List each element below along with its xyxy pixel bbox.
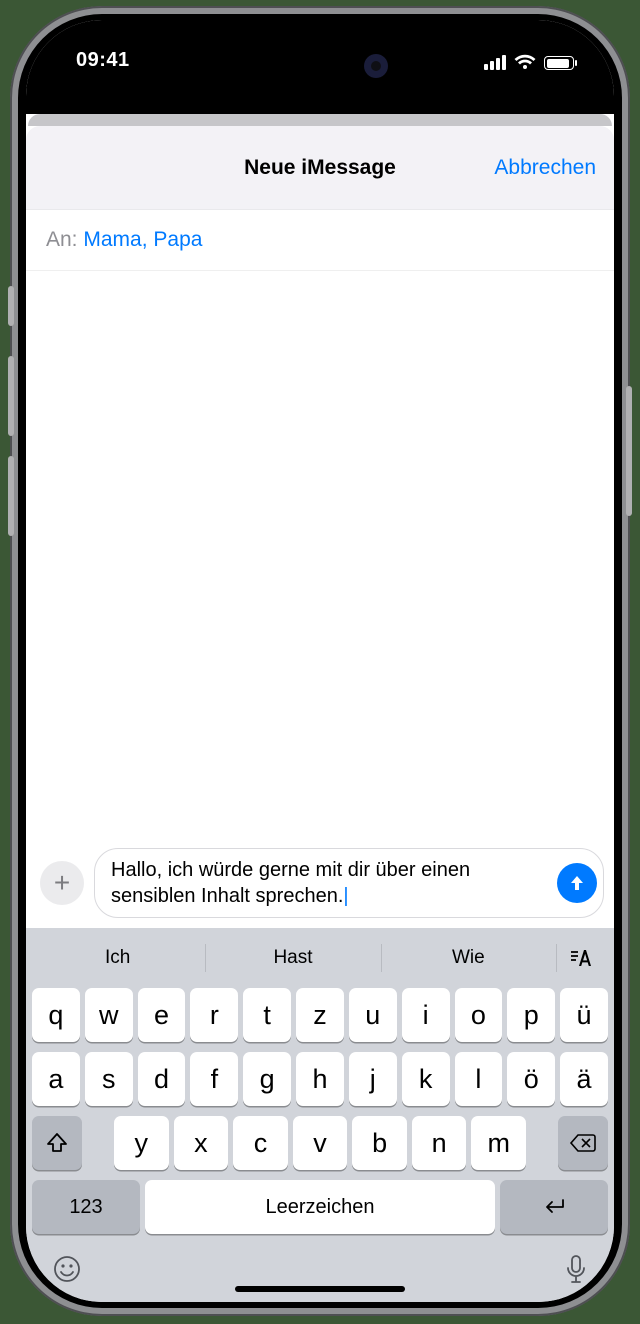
wifi-icon [514,54,536,70]
cellular-icon [484,55,506,70]
status-time: 09:41 [76,49,130,76]
key-v[interactable]: v [293,1116,348,1170]
key-q[interactable]: q [32,988,80,1042]
key-m[interactable]: m [471,1116,526,1170]
suggestion-1[interactable]: Ich [30,934,205,982]
recipients-field[interactable]: An: Mama, Papa [26,210,614,271]
microphone-icon [564,1254,588,1286]
volume-up-button [8,356,14,436]
background-sheet [28,114,612,126]
emoji-button[interactable] [52,1254,82,1294]
space-key[interactable]: Leerzeichen [145,1180,495,1234]
key-n[interactable]: n [412,1116,467,1170]
key-r[interactable]: r [190,988,238,1042]
key-l[interactable]: l [455,1052,503,1106]
key-k[interactable]: k [402,1052,450,1106]
switch-button [8,286,14,326]
key-f[interactable]: f [190,1052,238,1106]
keyboard-row-2: a s d f g h j k l ö ä [30,1052,610,1106]
key-w[interactable]: w [85,988,133,1042]
send-button[interactable] [557,863,597,903]
text-format-icon [570,948,596,968]
key-i[interactable]: i [402,988,450,1042]
key-h[interactable]: h [296,1052,344,1106]
message-input[interactable]: Hallo, ich würde gerne mit dir über eine… [94,848,604,918]
camera-dot [364,54,388,78]
key-e[interactable]: e [138,988,186,1042]
dynamic-island [238,44,402,88]
key-o[interactable]: o [455,988,503,1042]
return-icon [540,1197,568,1217]
key-c[interactable]: c [233,1116,288,1170]
key-b[interactable]: b [352,1116,407,1170]
compose-bar: + Hallo, ich würde gerne mit dir über ei… [26,842,614,928]
modal-header: Neue iMessage Abbrechen [26,126,614,210]
key-t[interactable]: t [243,988,291,1042]
arrow-up-icon [567,873,587,893]
add-attachment-button[interactable]: + [40,861,84,905]
shift-key[interactable] [32,1116,82,1170]
cancel-button[interactable]: Abbrechen [494,156,596,180]
keyboard-row-3: y x c v b n m [30,1116,610,1170]
dictation-button[interactable] [564,1254,588,1294]
keyboard-row-1: q w e r t z u i o p ü [30,988,610,1042]
recipients-names: Mama, Papa [83,228,202,251]
shift-icon [45,1131,69,1155]
screen: 09:41 Neue iMessage Abbrechen An: Mama, … [26,20,614,1302]
suggestion-bar: Ich Hast Wie [30,934,610,982]
key-ae[interactable]: ä [560,1052,608,1106]
recipients-label: An: [46,228,78,251]
key-z[interactable]: z [296,988,344,1042]
keyboard: Ich Hast Wie q w e r t z u i o [26,928,614,1302]
numbers-key[interactable]: 123 [32,1180,140,1234]
key-y[interactable]: y [114,1116,169,1170]
volume-down-button [8,456,14,536]
key-j[interactable]: j [349,1052,397,1106]
key-x[interactable]: x [174,1116,229,1170]
message-text: Hallo, ich würde gerne mit dir über eine… [111,859,470,907]
keyboard-row-4: 123 Leerzeichen [30,1180,610,1234]
key-p[interactable]: p [507,988,555,1042]
key-d[interactable]: d [138,1052,186,1106]
text-format-button[interactable] [556,934,610,982]
status-icons [484,54,574,76]
key-ue[interactable]: ü [560,988,608,1042]
key-s[interactable]: s [85,1052,133,1106]
conversation-area [26,271,614,842]
key-u[interactable]: u [349,988,397,1042]
backspace-icon [569,1133,597,1153]
power-button [626,386,632,516]
key-g[interactable]: g [243,1052,291,1106]
key-a[interactable]: a [32,1052,80,1106]
home-indicator[interactable] [235,1286,405,1292]
return-key[interactable] [500,1180,608,1234]
key-oe[interactable]: ö [507,1052,555,1106]
backspace-key[interactable] [558,1116,608,1170]
emoji-icon [52,1254,82,1284]
suggestion-3[interactable]: Wie [381,934,556,982]
battery-icon [544,56,574,70]
phone-frame: 09:41 Neue iMessage Abbrechen An: Mama, … [10,6,630,1316]
suggestion-2[interactable]: Hast [205,934,380,982]
